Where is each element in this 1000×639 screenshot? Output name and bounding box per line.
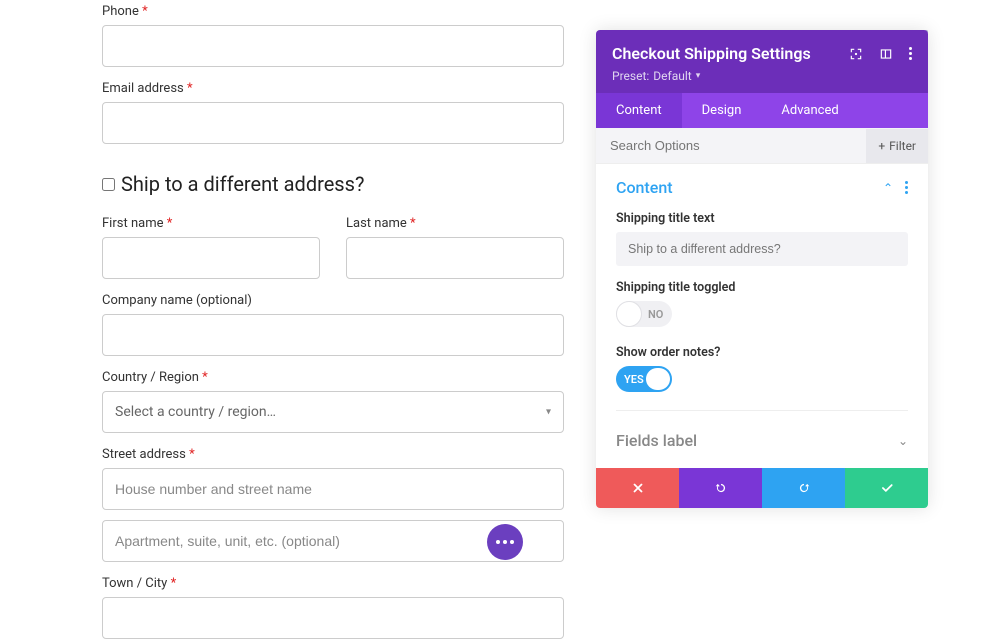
expand-fields-label-icon[interactable]: ⌄ [898,434,908,448]
company-field[interactable] [102,314,564,356]
show-order-notes-label: Show order notes? [616,345,908,360]
ship-different-title: Ship to a different address? [121,172,364,196]
collapse-content-icon[interactable]: ⌃ [883,181,893,195]
kebab-icon[interactable] [909,47,912,60]
first-name-field[interactable] [102,237,320,279]
preset-selector[interactable]: Preset: Default ▾ [612,69,912,83]
search-options-input[interactable] [596,128,866,163]
country-select[interactable]: Select a country / region… ▾ [102,391,564,433]
panel-title: Checkout Shipping Settings [612,44,811,63]
tab-advanced[interactable]: Advanced [761,93,858,128]
country-label: Country / Region * [102,370,564,385]
settings-panel: Checkout Shipping Settings Preset: Defau… [596,30,928,508]
undo-icon [714,481,728,495]
plus-icon: + [878,139,885,153]
town-field[interactable] [102,597,564,639]
required-mark: * [171,576,177,591]
tab-design[interactable]: Design [682,93,762,128]
cancel-button[interactable] [596,468,679,508]
close-icon [631,481,645,495]
required-mark: * [187,81,193,96]
shipping-title-toggled-toggle[interactable]: NO [616,301,672,327]
phone-label: Phone * [102,4,564,19]
town-label: Town / City * [102,576,564,591]
shipping-title-text-input[interactable] [616,232,908,266]
phone-field[interactable] [102,25,564,67]
redo-icon [797,481,811,495]
company-label: Company name (optional) [102,293,564,308]
focus-icon[interactable] [849,47,863,61]
columns-icon[interactable] [879,47,893,61]
required-mark: * [142,4,148,19]
show-order-notes-toggle[interactable]: YES [616,366,672,392]
section-fields-label-title: Fields label [616,431,697,450]
required-mark: * [202,370,208,385]
required-mark: * [410,216,416,231]
country-placeholder: Select a country / region… [115,404,276,420]
required-mark: * [189,447,195,462]
filter-button[interactable]: + Filter [866,129,928,163]
chevron-down-icon: ▾ [546,407,551,418]
first-name-label: First name * [102,216,320,231]
email-field[interactable] [102,102,564,144]
redo-button[interactable] [762,468,845,508]
ship-different-checkbox[interactable] [102,178,115,191]
check-icon [880,481,894,495]
section-content-title: Content [616,178,673,197]
last-name-field[interactable] [346,237,564,279]
shipping-title-text-label: Shipping title text [616,211,908,226]
street-field-1[interactable] [102,468,564,510]
email-label: Email address * [102,81,564,96]
undo-button[interactable] [679,468,762,508]
save-button[interactable] [845,468,928,508]
shipping-title-toggled-label: Shipping title toggled [616,280,908,295]
street-label: Street address * [102,447,564,462]
tab-content[interactable]: Content [596,93,682,128]
last-name-label: Last name * [346,216,564,231]
module-settings-fab[interactable] [487,524,523,560]
section-kebab-icon[interactable] [905,181,908,194]
chevron-down-icon: ▾ [696,71,701,81]
required-mark: * [167,216,173,231]
